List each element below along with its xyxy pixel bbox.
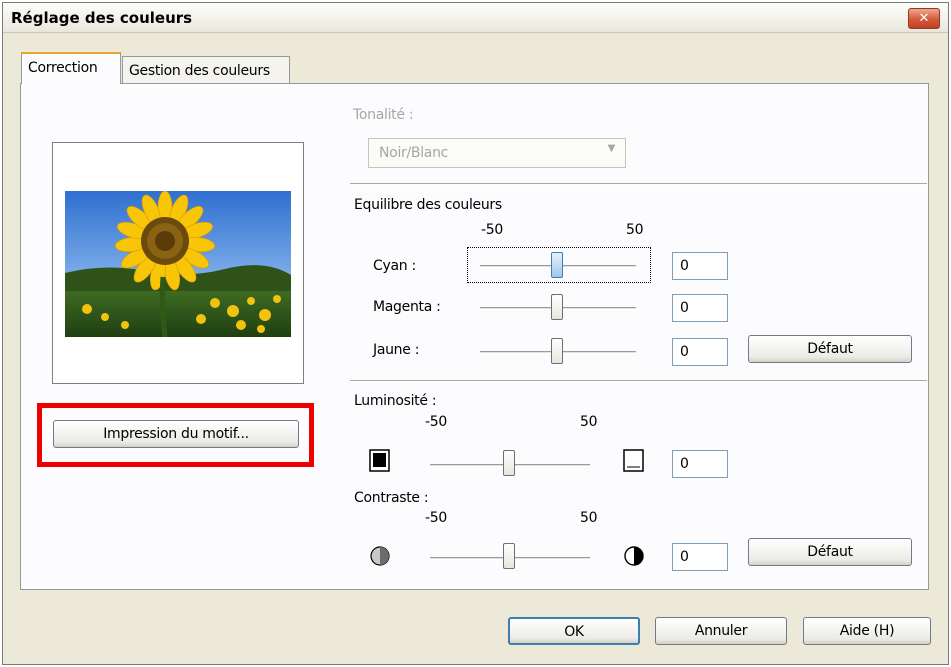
- yellow-value: 0: [680, 344, 689, 360]
- preview-frame: [52, 142, 304, 384]
- brightness-slider-thumb[interactable]: [503, 450, 515, 476]
- contrast-default-button[interactable]: Défaut: [748, 538, 912, 566]
- cyan-slider-thumb[interactable]: [551, 252, 563, 278]
- cancel-button[interactable]: Annuler: [655, 617, 787, 645]
- balance-default-button[interactable]: Défaut: [748, 335, 912, 363]
- yellow-value-field[interactable]: 0: [672, 338, 728, 366]
- contrast-value: 0: [680, 549, 689, 565]
- tone-select: Noir/Blanc ▼: [368, 138, 626, 168]
- close-button[interactable]: ✕: [908, 8, 940, 29]
- tab-color-management[interactable]: Gestion des couleurs: [122, 56, 290, 84]
- brightness-max-label: 50: [580, 414, 598, 430]
- tone-select-value: Noir/Blanc: [379, 145, 449, 161]
- close-icon: ✕: [918, 11, 930, 26]
- brightness-low-icon: [369, 449, 390, 472]
- tab-correction[interactable]: Correction: [21, 52, 121, 84]
- window-title: Réglage des couleurs: [11, 9, 193, 27]
- cyan-label: Cyan :: [373, 258, 416, 274]
- magenta-slider-thumb[interactable]: [551, 294, 563, 320]
- contrast-max-label: 50: [580, 510, 598, 526]
- contrast-label: Contraste :: [354, 490, 429, 506]
- brightness-high-icon: [623, 449, 644, 472]
- separator: [350, 380, 927, 382]
- cancel-label: Annuler: [694, 623, 748, 639]
- title-bar: Réglage des couleurs ✕: [3, 3, 948, 33]
- magenta-value-field[interactable]: 0: [672, 294, 728, 322]
- contrast-low-icon: [370, 546, 390, 566]
- contrast-high-icon: [624, 546, 644, 566]
- balance-min-label: -50: [481, 222, 503, 238]
- ok-button[interactable]: OK: [508, 617, 640, 645]
- magenta-label: Magenta :: [373, 299, 441, 315]
- cyan-value-field[interactable]: 0: [672, 252, 728, 280]
- brightness-value-field[interactable]: 0: [672, 450, 728, 478]
- separator: [350, 183, 927, 185]
- ok-label: OK: [564, 624, 584, 640]
- chevron-down-icon: ▼: [607, 143, 616, 154]
- brightness-value: 0: [680, 456, 689, 472]
- contrast-slider-thumb[interactable]: [503, 543, 515, 569]
- brightness-label: Luminosité :: [354, 393, 437, 409]
- contrast-value-field[interactable]: 0: [672, 543, 728, 571]
- yellow-slider-thumb[interactable]: [551, 338, 563, 364]
- tab-correction-label: Correction: [28, 60, 98, 76]
- magenta-value: 0: [680, 300, 689, 316]
- cyan-value: 0: [680, 258, 689, 274]
- brightness-min-label: -50: [425, 414, 447, 430]
- color-balance-label: Equilibre des couleurs: [354, 197, 502, 213]
- tab-color-management-label: Gestion des couleurs: [129, 63, 270, 79]
- print-pattern-label: Impression du motif...: [103, 426, 249, 442]
- tone-label: Tonalité :: [353, 107, 414, 123]
- help-label: Aide (H): [839, 623, 895, 639]
- print-pattern-button[interactable]: Impression du motif...: [53, 420, 299, 448]
- balance-max-label: 50: [626, 222, 644, 238]
- balance-default-label: Défaut: [807, 341, 853, 357]
- sunflower-preview-image: [65, 191, 291, 337]
- help-button[interactable]: Aide (H): [803, 617, 931, 645]
- yellow-label: Jaune :: [373, 342, 420, 358]
- contrast-default-label: Défaut: [807, 544, 853, 560]
- contrast-min-label: -50: [425, 510, 447, 526]
